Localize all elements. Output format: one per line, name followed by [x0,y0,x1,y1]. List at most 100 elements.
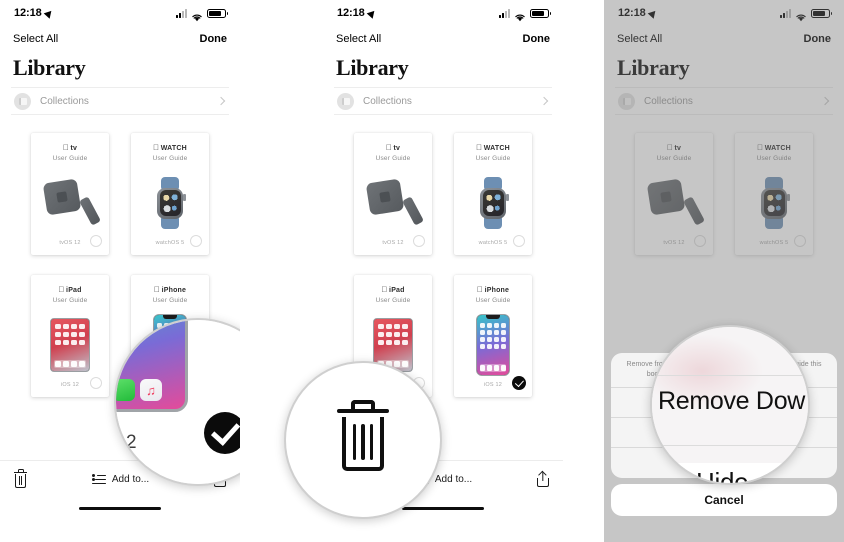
status-icons [499,8,551,21]
home-indicator [79,506,161,510]
book-brand-label: tv [67,144,77,152]
collections-row[interactable]: Collections [334,87,552,115]
done-button[interactable]: Done [200,33,228,45]
status-time-group: 12:18 [14,7,54,19]
book-apple-watch[interactable]: WATCH User Guide watchOS 5 [131,133,209,255]
loupe-os-text: S 12 [114,432,138,453]
status-time: 12:18 [337,7,365,19]
loupe-content: ♫ S 12 Add to... [116,320,240,484]
book-subtitle: User Guide [152,296,188,304]
loupe-hide-text: Hide [696,467,749,485]
status-bar: 12:18 [323,0,563,26]
nav-bar: Select All Done [0,26,240,52]
status-time: 12:18 [14,7,42,19]
trash-icon[interactable] [14,469,27,488]
add-to-list-icon [91,473,106,485]
apple-logo-icon:  [477,286,483,294]
wifi-icon [514,9,526,21]
trash-icon-magnified [337,400,389,471]
screenshot-stage: 12:18 Select All Done Library Collection… [0,0,844,542]
apple-logo-icon:  [154,286,160,294]
cellular-signal-icon [499,8,510,18]
apple-logo-icon:  [386,144,392,152]
book-brand-label: WATCH [157,144,187,152]
loupe-content [286,363,440,517]
book-grid: tv User Guide tvOS 12 WATCH User Guide [323,115,563,397]
page-title: Library [13,55,86,80]
page-title: Library [336,55,409,80]
loupe-content: Remove Dow Hide [652,327,808,483]
collections-icon [337,92,354,110]
apple-logo-icon:  [63,144,69,152]
select-all-button[interactable]: Select All [336,33,381,45]
book-os-label: tvOS 12 [59,240,81,246]
book-brand-label: iPad [62,286,81,294]
status-icons [176,8,228,21]
selection-circle[interactable] [513,235,525,247]
book-subtitle: User Guide [375,296,411,304]
book-brand: iPhone [477,286,509,294]
book-brand-label: WATCH [480,144,510,152]
book-subtitle: User Guide [52,296,88,304]
phone-screenshot-3: 12:18 Select All Done Library Collection… [604,0,844,542]
select-all-button[interactable]: Select All [13,33,58,45]
book-brand: iPhone [154,286,186,294]
book-apple-watch[interactable]: WATCH User Guide watchOS 5 [454,133,532,255]
location-arrow-icon [366,7,377,19]
apple-logo-icon:  [58,286,64,294]
book-apple-tv[interactable]: tv User Guide tvOS 12 [354,133,432,255]
book-grid-row: tv User Guide tvOS 12 WATCH User Guide [0,133,240,255]
book-apple-tv[interactable]: tv User Guide tvOS 12 [31,133,109,255]
cancel-button[interactable]: Cancel [611,484,837,516]
chevron-right-icon [216,96,226,106]
book-os-label: watchOS 5 [155,240,185,246]
apple-logo-icon:  [476,144,482,152]
battery-icon [207,8,228,18]
book-os-label: iOS 12 [483,382,502,388]
magnifier-loupe-remove-download: Remove Dow Hide [650,325,810,485]
magnifier-loupe-trash [284,361,442,519]
book-brand-label: tv [390,144,400,152]
phone-screenshot-1: 12:18 Select All Done Library Collection… [0,0,240,542]
book-brand-label: iPhone [481,286,509,294]
selection-checkmark-badge[interactable] [512,376,526,390]
selection-circle[interactable] [413,235,425,247]
book-grid-row: tv User Guide tvOS 12 WATCH User Guide [323,133,563,255]
status-time-group: 12:18 [337,7,377,19]
done-button[interactable]: Done [523,33,551,45]
collections-row[interactable]: Collections [11,87,229,115]
wifi-icon [191,9,203,21]
add-to-label: Add to... [434,474,473,485]
book-os-label: watchOS 5 [478,240,508,246]
book-subtitle: User Guide [52,154,88,162]
status-bar: 12:18 [0,0,240,26]
book-brand: tv [386,144,400,152]
collections-label: Collections [363,95,412,107]
share-icon[interactable] [537,472,549,487]
book-subtitle: User Guide [475,296,511,304]
book-brand: iPad [381,286,404,294]
collections-icon [14,92,31,110]
cellular-signal-icon [176,8,187,18]
collections-label: Collections [40,95,89,107]
selection-checkmark-badge-magnified [204,412,240,454]
book-subtitle: User Guide [475,154,511,162]
battery-icon [530,8,551,18]
book-iphone[interactable]: iPhone User Guide iOS 12 [454,275,532,397]
book-ipad[interactable]: iPad User Guide iOS 12 [31,275,109,397]
book-subtitle: User Guide [152,154,188,162]
book-brand: WATCH [153,144,187,152]
book-brand: iPad [58,286,81,294]
selection-circle[interactable] [90,377,102,389]
book-subtitle: User Guide [375,154,411,162]
selection-circle[interactable] [90,235,102,247]
apple-logo-icon:  [381,286,387,294]
nav-bar: Select All Done [323,26,563,52]
book-brand: WATCH [476,144,510,152]
book-brand-label: iPad [385,286,404,294]
magnifier-loupe-checkmark: ♫ S 12 Add to... [114,318,240,486]
chevron-right-icon [539,96,549,106]
location-arrow-icon [43,7,54,19]
book-os-label: tvOS 12 [382,240,404,246]
selection-circle[interactable] [190,235,202,247]
